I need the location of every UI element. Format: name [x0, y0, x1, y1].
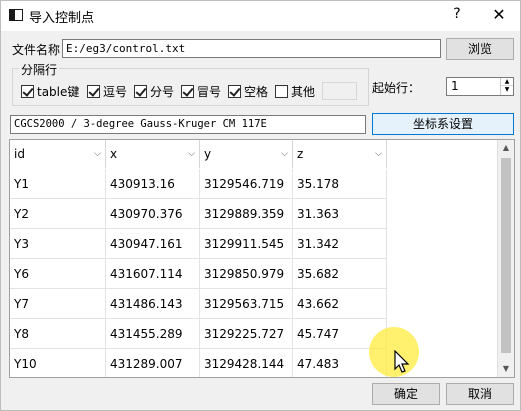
control-points-table: id ⌵ x ⌵ y ⌵ z ⌵ Y1 430913.16 3129546.719 3… — [9, 139, 515, 378]
checkbox-semicolon-label: 分号 — [150, 84, 175, 99]
separator-group-title: 分隔行 — [19, 61, 60, 78]
cancel-button[interactable]: 取消 — [446, 383, 514, 405]
column-header-empty — [387, 140, 498, 168]
cell-y[interactable]: 3129911.545 — [200, 229, 293, 259]
app-window-icon — [9, 9, 23, 21]
close-button[interactable]: ✕ — [491, 5, 507, 24]
table-row[interactable]: Y1 430913.16 3129546.719 35.178 — [10, 169, 387, 199]
cell-id[interactable]: Y6 — [10, 259, 106, 289]
cell-y[interactable]: 3129889.359 — [200, 199, 293, 229]
start-row-spinbox[interactable]: 1 ▲ ▼ — [446, 77, 514, 96]
chevron-down-icon[interactable]: ⌵ — [94, 140, 101, 168]
checkbox-comma-box[interactable] — [87, 84, 100, 98]
cell-y[interactable]: 3129225.727 — [200, 319, 293, 349]
cell-x[interactable]: 430947.161 — [106, 229, 200, 259]
chevron-down-icon[interactable]: ⌵ — [281, 140, 288, 168]
checkbox-space-label: 空格 — [244, 84, 269, 99]
cell-x[interactable]: 431455.289 — [106, 319, 200, 349]
chevron-down-icon[interactable]: ⌵ — [188, 140, 195, 168]
scroll-up-icon[interactable]: ▲ — [498, 140, 514, 156]
spin-up-icon[interactable]: ▲ — [501, 78, 513, 86]
scrollbar-thumb[interactable] — [501, 158, 511, 353]
checkbox-other-label: 其他 — [291, 84, 316, 99]
cell-z[interactable]: 43.662 — [293, 289, 387, 319]
title-bar: 导入控制点 ? ✕ — [1, 1, 520, 31]
cell-z[interactable]: 31.363 — [293, 199, 387, 229]
other-separator-input[interactable] — [322, 82, 357, 100]
cell-id[interactable]: Y3 — [10, 229, 106, 259]
checkbox-space[interactable]: 空格 — [228, 84, 269, 99]
checkbox-comma-label: 逗号 — [103, 84, 128, 99]
window-title: 导入控制点 — [29, 11, 95, 26]
cell-z[interactable]: 31.342 — [293, 229, 387, 259]
file-name-label: 文件名称 — [12, 43, 61, 57]
file-path-input[interactable]: E:/eg3/control.txt — [62, 39, 441, 58]
cell-x[interactable]: 430913.16 — [106, 169, 200, 199]
crs-settings-button[interactable]: 坐标系设置 — [372, 113, 514, 135]
cell-z[interactable]: 35.178 — [293, 169, 387, 199]
import-control-points-dialog: 导入控制点 ? ✕ 文件名称 E:/eg3/control.txt 浏览 分隔行… — [0, 0, 521, 411]
checkbox-tab[interactable]: table键 — [21, 84, 80, 99]
table-row[interactable]: Y10 431289.007 3129428.144 47.483 — [10, 349, 387, 377]
checkbox-other-box[interactable] — [275, 84, 288, 98]
mouse-cursor-icon — [394, 350, 410, 373]
cell-z[interactable]: 35.682 — [293, 259, 387, 289]
checkbox-tab-box[interactable] — [21, 84, 34, 98]
table-row[interactable]: Y3 430947.161 3129911.545 31.342 — [10, 229, 387, 259]
checkbox-comma[interactable]: 逗号 — [87, 84, 128, 99]
table-row[interactable]: Y6 431607.114 3129850.979 35.682 — [10, 259, 387, 289]
checkbox-colon-label: 冒号 — [197, 84, 222, 99]
cell-id[interactable]: Y10 — [10, 349, 106, 377]
spin-buttons: ▲ ▼ — [500, 78, 513, 95]
table-row[interactable]: Y8 431455.289 3129225.727 45.747 — [10, 319, 387, 349]
spin-down-icon[interactable]: ▼ — [501, 86, 513, 94]
cell-id[interactable]: Y8 — [10, 319, 106, 349]
cell-id[interactable]: Y1 — [10, 169, 106, 199]
table-header: id ⌵ x ⌵ y ⌵ z ⌵ — [10, 140, 498, 168]
column-header-id[interactable]: id ⌵ — [10, 140, 106, 168]
cell-y[interactable]: 3129563.715 — [200, 289, 293, 319]
chevron-down-icon[interactable]: ⌵ — [375, 140, 382, 168]
cell-y[interactable]: 3129546.719 — [200, 169, 293, 199]
scroll-down-icon[interactable]: ▼ — [498, 361, 514, 377]
cell-x[interactable]: 431486.143 — [106, 289, 200, 319]
crs-input[interactable]: CGCS2000 / 3-degree Gauss-Kruger CM 117E — [10, 115, 366, 134]
checkbox-space-box[interactable] — [228, 84, 241, 98]
browse-button[interactable]: 浏览 — [446, 38, 514, 60]
checkbox-tab-label: table键 — [37, 84, 80, 99]
table-row[interactable]: Y7 431486.143 3129563.715 43.662 — [10, 289, 387, 319]
cell-y[interactable]: 3129850.979 — [200, 259, 293, 289]
start-row-value[interactable]: 1 — [451, 79, 459, 93]
table-row[interactable]: Y2 430970.376 3129889.359 31.363 — [10, 199, 387, 229]
column-header-z[interactable]: z ⌵ — [293, 140, 387, 168]
cell-id[interactable]: Y7 — [10, 289, 106, 319]
cell-x[interactable]: 431607.114 — [106, 259, 200, 289]
checkbox-semicolon-box[interactable] — [134, 84, 147, 98]
column-header-y[interactable]: y ⌵ — [200, 140, 293, 168]
checkbox-colon-box[interactable] — [181, 84, 194, 98]
checkbox-other[interactable]: 其他 — [275, 84, 316, 99]
checkbox-semicolon[interactable]: 分号 — [134, 84, 175, 99]
cell-y[interactable]: 3129428.144 — [200, 349, 293, 377]
start-row-label: 起始行： — [372, 81, 421, 95]
cell-x[interactable]: 430970.376 — [106, 199, 200, 229]
column-header-x[interactable]: x ⌵ — [106, 140, 200, 168]
checkbox-colon[interactable]: 冒号 — [181, 84, 222, 99]
help-button[interactable]: ? — [449, 6, 465, 22]
cell-id[interactable]: Y2 — [10, 199, 106, 229]
ok-button[interactable]: 确定 — [372, 383, 440, 405]
cell-x[interactable]: 431289.007 — [106, 349, 200, 377]
vertical-scrollbar[interactable]: ▲ ▼ — [497, 140, 514, 377]
